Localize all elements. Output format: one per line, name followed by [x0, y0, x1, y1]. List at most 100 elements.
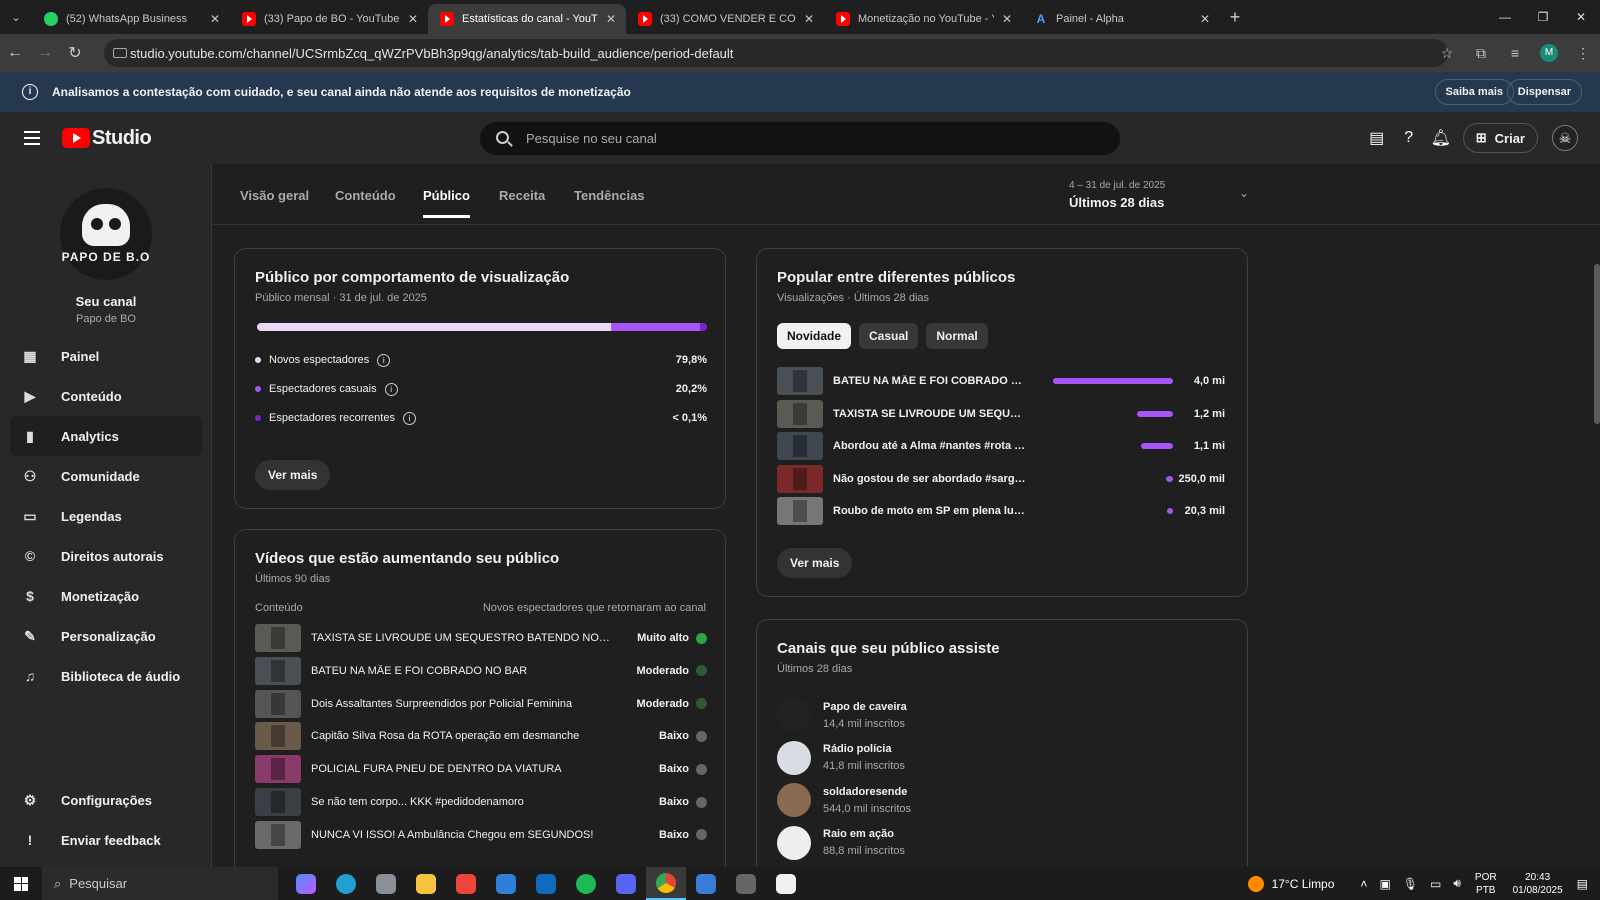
sidebar-item-feedback[interactable]: ! Enviar feedback — [10, 820, 202, 860]
url-field[interactable]: studio.youtube.com/channel/UCSrmbZcq_qWZ… — [104, 39, 1448, 67]
media-control-icon[interactable]: ≡ — [1498, 45, 1532, 61]
menu-icon[interactable] — [24, 131, 40, 145]
outlook-icon[interactable] — [526, 867, 566, 900]
tab-publico[interactable]: Público — [423, 188, 470, 218]
sidebar-item-painel[interactable]: ▦ Painel — [10, 336, 202, 376]
see-more-button[interactable]: Ver mais — [777, 548, 853, 578]
close-tab-icon[interactable]: ✕ — [1200, 12, 1210, 26]
chevron-down-icon[interactable]: ⌄ — [1239, 186, 1249, 200]
file-explorer-icon[interactable] — [406, 867, 446, 900]
browser-tab-whatsapp[interactable]: (52) WhatsApp Business ✕ — [32, 4, 230, 34]
sidebar-item-personalizacao[interactable]: ✎ Personalização — [10, 616, 202, 656]
minimize-icon[interactable]: — — [1486, 0, 1524, 34]
anydesk-icon[interactable] — [446, 867, 486, 900]
spotify-icon[interactable] — [566, 867, 606, 900]
period-range[interactable]: 4 – 31 de jul. de 2025 — [1069, 180, 1165, 191]
info-icon[interactable]: i — [377, 353, 391, 367]
notifications-bell-icon[interactable]: 🔔︎ — [1425, 128, 1457, 148]
popular-video-row[interactable]: Abordou até a Alma #nantes #rota #aborda… — [777, 432, 1229, 461]
channel-name[interactable]: Papo de caveira — [823, 701, 907, 713]
tab-tendencias[interactable]: Tendências — [574, 188, 645, 203]
popular-video-row[interactable]: Roubo de moto em SP em plena luz do dia 2… — [777, 497, 1229, 526]
channel-row[interactable]: Raio em ação 88,8 mil inscritos — [777, 825, 1229, 861]
new-tab-icon[interactable]: + — [1220, 7, 1250, 28]
microphone-icon[interactable]: 🎙︎ — [1403, 877, 1418, 891]
tab-conteudo[interactable]: Conteúdo — [335, 188, 396, 203]
edge-icon[interactable] — [326, 867, 366, 900]
discord-icon[interactable] — [606, 867, 646, 900]
studio-logo[interactable]: Studio — [62, 127, 152, 150]
extensions-icon[interactable]: ⧉ — [1464, 45, 1498, 62]
channel-name[interactable]: Raio em ação — [823, 828, 905, 840]
chip-normal[interactable]: Normal — [926, 323, 988, 349]
period-label[interactable]: Últimos 28 dias — [1069, 195, 1164, 210]
close-tab-icon[interactable]: ✕ — [606, 12, 616, 26]
reload-icon[interactable]: ↻ — [60, 43, 90, 63]
account-avatar[interactable]: ☠ — [1552, 125, 1578, 151]
network-icon[interactable]: ▭ — [1430, 877, 1441, 891]
sidebar-item-comunidade[interactable]: ⚇ Comunidade — [10, 456, 202, 496]
comments-icon[interactable]: ▤ — [1361, 128, 1393, 148]
back-icon[interactable]: ← — [0, 44, 30, 62]
taskbar-search[interactable]: ⌕ Pesquisar — [42, 867, 278, 900]
browser-menu-icon[interactable]: ⋮ — [1566, 45, 1600, 62]
game-app-icon[interactable] — [726, 867, 766, 900]
close-tab-icon[interactable]: ✕ — [1002, 12, 1012, 26]
copilot-icon[interactable] — [286, 867, 326, 900]
sidebar-item-direitos[interactable]: © Direitos autorais — [10, 536, 202, 576]
camera-icon[interactable]: ▣ — [1379, 877, 1390, 891]
sidebar-item-monetizacao[interactable]: $ Monetização — [10, 576, 202, 616]
calculator-icon[interactable] — [686, 867, 726, 900]
site-info-icon[interactable] — [113, 48, 127, 58]
tab-receita[interactable]: Receita — [499, 188, 545, 203]
sidebar-item-audio[interactable]: ♫ Biblioteca de áudio — [10, 656, 202, 696]
tray-chevron-icon[interactable]: ˄ — [1360, 877, 1367, 891]
channel-row[interactable]: Rádio polícia 41,8 mil inscritos — [777, 740, 1229, 776]
tab-search-icon[interactable]: ⌄ — [0, 0, 32, 34]
browser-tab-papo-de-bo[interactable]: (33) Papo de BO - YouTube ✕ — [230, 4, 428, 34]
close-tab-icon[interactable]: ✕ — [210, 12, 220, 26]
browser-tab-studio[interactable]: Estatísticas do canal - YouTube ✕ — [428, 4, 626, 34]
growing-video-row[interactable]: Se não tem corpo... KKK #pedidodenamoro B… — [255, 788, 707, 816]
language-indicator[interactable]: POR PTB — [1475, 871, 1497, 897]
channel-row[interactable]: soldadoresende 544,0 mil inscritos — [777, 782, 1229, 818]
sidebar-item-analytics[interactable]: ▮ Analytics — [10, 416, 202, 456]
popular-video-row[interactable]: Não gostou de ser abordado #sargento 250,… — [777, 464, 1229, 493]
dismiss-button[interactable]: Dispensar — [1506, 79, 1582, 105]
store-icon[interactable] — [486, 867, 526, 900]
growing-video-row[interactable]: BATEU NA MÃE E FOI COBRADO NO BAR Moderad… — [255, 656, 707, 685]
weather-widget[interactable]: 17°C Limpo — [1247, 875, 1334, 892]
chip-novidade[interactable]: Novidade — [777, 323, 852, 349]
profile-avatar[interactable]: M — [1540, 44, 1558, 62]
volume-icon[interactable]: 🔊︎ — [1453, 876, 1461, 891]
browser-tab-vender[interactable]: (33) COMO VENDER E COMPRAR ✕ — [626, 4, 824, 34]
sidebar-item-legendas[interactable]: ▭ Legendas — [10, 496, 202, 536]
close-tab-icon[interactable]: ✕ — [408, 12, 418, 26]
scrollbar[interactable] — [1594, 264, 1600, 424]
bookmark-star-icon[interactable]: ☆ — [1430, 45, 1464, 62]
sidebar-item-configuracoes[interactable]: ⚙ Configurações — [10, 780, 202, 820]
growing-video-row[interactable]: Capitão Silva Rosa da ROTA operação em d… — [255, 722, 707, 751]
chip-casual[interactable]: Casual — [859, 323, 919, 349]
browser-tab-monetizacao[interactable]: Monetização no YouTube - You ✕ — [824, 4, 1022, 34]
popular-video-row[interactable]: TAXISTA SE LIVROUDE UM SEQUESTRO BATENDO… — [777, 399, 1229, 428]
growing-video-row[interactable]: NUNCA VI ISSO! A Ambulância Chegou em SE… — [255, 820, 707, 849]
restore-icon[interactable]: ❐ — [1524, 0, 1562, 34]
capcut-icon[interactable] — [766, 867, 806, 900]
browser-tab-alpha[interactable]: A Painel - Alpha ✕ — [1022, 4, 1220, 34]
printer-icon[interactable] — [366, 867, 406, 900]
sidebar-item-conteudo[interactable]: ▶ Conteúdo — [10, 376, 202, 416]
create-button[interactable]: ⊞ Criar — [1462, 123, 1538, 153]
channel-search-input[interactable]: Pesquise no seu canal — [480, 122, 1120, 155]
windows-start-icon[interactable] — [14, 876, 28, 891]
channel-name[interactable]: soldadoresende — [823, 786, 911, 798]
clock[interactable]: 20:43 01/08/2025 — [1513, 871, 1563, 897]
channel-name[interactable]: Rádio polícia — [823, 743, 905, 755]
close-tab-icon[interactable]: ✕ — [804, 12, 814, 26]
popular-video-row[interactable]: BATEU NA MÃE E FOI COBRADO NO BAR 4,0 mi — [777, 367, 1229, 395]
growing-video-row[interactable]: Dois Assaltantes Surpreendidos por Polic… — [255, 689, 707, 718]
growing-video-row[interactable]: TAXISTA SE LIVROUDE UM SEQUESTRO BATENDO… — [255, 624, 707, 652]
notifications-icon[interactable]: ▤ — [1577, 877, 1588, 891]
chrome-icon[interactable] — [646, 867, 686, 900]
channel-avatar[interactable]: PAPO DE B.O — [60, 188, 152, 280]
